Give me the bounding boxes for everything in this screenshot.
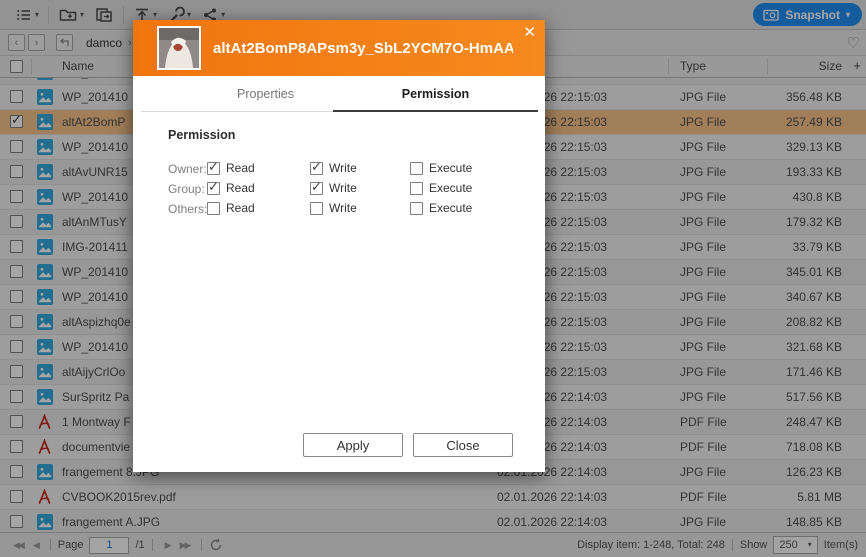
- read-checkbox[interactable]: [207, 162, 220, 175]
- apply-button[interactable]: Apply: [303, 433, 403, 457]
- dialog-tabs: Properties Permission: [133, 76, 545, 112]
- permission-cell: Read: [207, 201, 255, 215]
- permission-cell: Read: [207, 161, 255, 175]
- close-icon[interactable]: ✕: [523, 23, 536, 41]
- write-checkbox[interactable]: [310, 202, 323, 215]
- permission-row: Group: Read Write Execute: [168, 180, 518, 200]
- file-properties-dialog: altAt2BomP8APsm3y_SbL2YCM7O-HmAA3DJotF1.…: [133, 20, 545, 472]
- permission-cell: Execute: [410, 181, 472, 195]
- write-checkbox[interactable]: [310, 162, 323, 175]
- permission-option-label: Read: [226, 201, 255, 215]
- dialog-header: altAt2BomP8APsm3y_SbL2YCM7O-HmAA3DJotF1.…: [133, 20, 545, 76]
- thumbnail-image: [159, 28, 199, 68]
- read-checkbox[interactable]: [207, 182, 220, 195]
- execute-checkbox[interactable]: [410, 202, 423, 215]
- permission-option-label: Write: [329, 181, 357, 195]
- read-checkbox[interactable]: [207, 202, 220, 215]
- permission-row: Others: Read Write Execute: [168, 200, 518, 220]
- permission-cell: Read: [207, 181, 255, 195]
- file-manager-app: ▾ ▾ ▾: [0, 0, 866, 557]
- permission-section-title: Permission: [168, 128, 235, 142]
- permission-option-label: Execute: [429, 181, 472, 195]
- permission-cell: Write: [310, 201, 357, 215]
- permission-owner-label: Owner:: [168, 162, 207, 176]
- close-button[interactable]: Close: [413, 433, 513, 457]
- permission-grid: Owner: Read Write Execute Group: Read Write Exe…: [168, 160, 518, 220]
- execute-checkbox[interactable]: [410, 162, 423, 175]
- dialog-title: altAt2BomP8APsm3y_SbL2YCM7O-HmAA3DJotF1.…: [213, 20, 513, 76]
- permission-cell: Execute: [410, 201, 472, 215]
- file-thumbnail: [157, 26, 201, 70]
- active-tab-underline: [333, 110, 538, 112]
- permission-cell: Write: [310, 181, 357, 195]
- permission-option-label: Execute: [429, 201, 472, 215]
- write-checkbox[interactable]: [310, 182, 323, 195]
- permission-option-label: Write: [329, 201, 357, 215]
- permission-owner-label: Group:: [168, 182, 205, 196]
- permission-row: Owner: Read Write Execute: [168, 160, 518, 180]
- permission-option-label: Read: [226, 181, 255, 195]
- permission-cell: Execute: [410, 161, 472, 175]
- permission-option-label: Read: [226, 161, 255, 175]
- tab-permission[interactable]: Permission: [333, 76, 538, 112]
- permission-option-label: Execute: [429, 161, 472, 175]
- permission-owner-label: Others:: [168, 202, 207, 216]
- permission-cell: Write: [310, 161, 357, 175]
- execute-checkbox[interactable]: [410, 182, 423, 195]
- permission-option-label: Write: [329, 161, 357, 175]
